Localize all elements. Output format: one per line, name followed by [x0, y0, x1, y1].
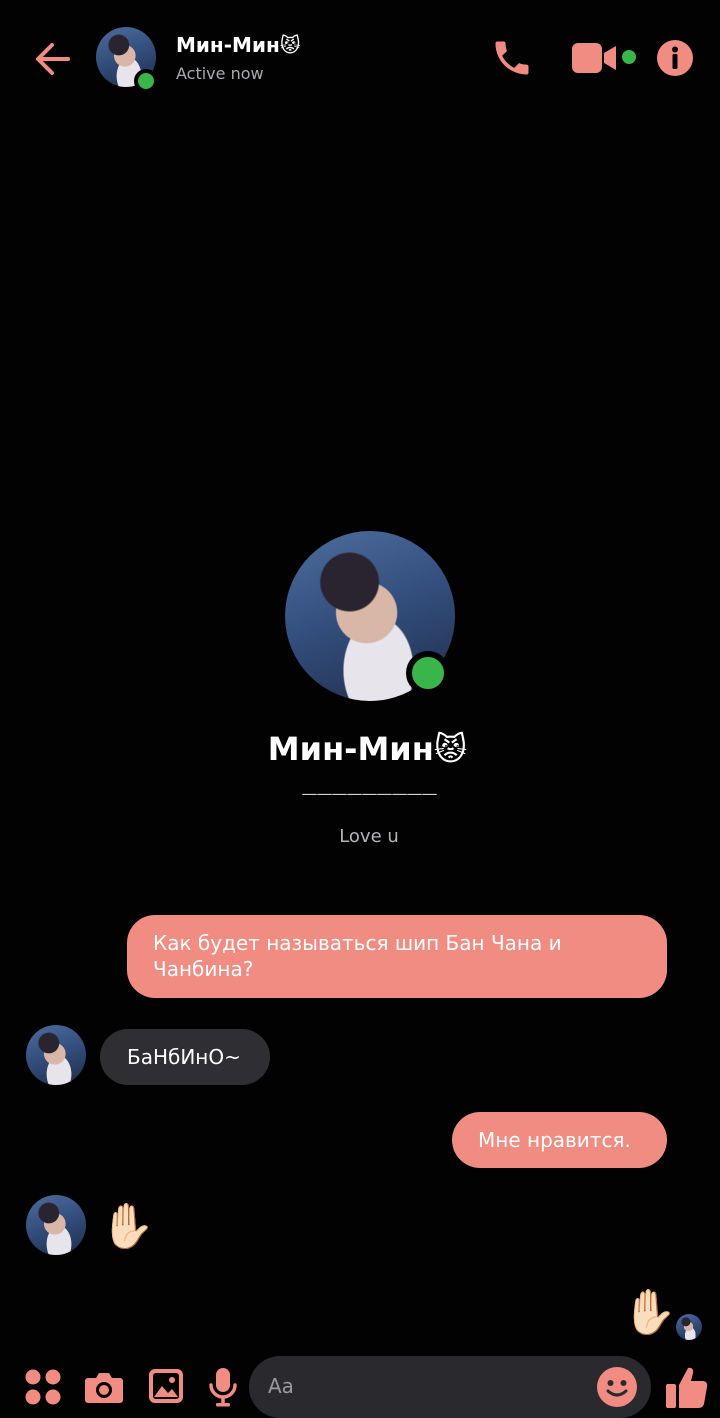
contact-status: Active now — [176, 64, 264, 83]
message-text: БаНбИнО~ — [127, 1045, 241, 1069]
contact-avatar[interactable] — [26, 1195, 86, 1255]
profile-name: Мин-Мин😾 — [267, 730, 468, 768]
arrow-left-icon — [36, 43, 70, 75]
thumbs-up-icon — [666, 1367, 708, 1408]
message-input-placeholder: Aa — [268, 1374, 294, 1398]
read-receipt-avatar — [676, 1314, 702, 1340]
phone-icon — [495, 41, 529, 75]
profile-divider: ————————— — [301, 784, 438, 803]
profile-online-indicator — [406, 651, 450, 695]
image-icon — [149, 1369, 183, 1403]
header-online-indicator — [134, 69, 158, 93]
message-input-field[interactable]: Aa — [249, 1356, 651, 1418]
waving-hand-emoji-message[interactable]: ✋🏻 — [622, 1286, 677, 1340]
message-text: Мне нравится. — [478, 1128, 631, 1152]
video-active-dot — [622, 50, 636, 64]
back-button[interactable] — [30, 36, 76, 82]
contact-name[interactable]: Мин-Мин😾 — [176, 33, 301, 57]
video-call-button[interactable] — [570, 40, 618, 76]
video-camera-icon — [572, 43, 616, 73]
info-icon — [657, 40, 693, 76]
four-dots-icon — [25, 1369, 61, 1405]
message-bubble-incoming[interactable]: БаНбИнО~ — [100, 1029, 270, 1085]
message-bubble-outgoing[interactable]: Мне нравится. — [452, 1112, 667, 1168]
camera-icon — [85, 1373, 123, 1403]
message-text: Как будет называться шип Бан Чана и Чанб… — [153, 931, 562, 981]
voice-message-button[interactable] — [207, 1366, 239, 1408]
waving-hand-emoji-message[interactable]: ✋🏻 — [100, 1200, 155, 1254]
contact-avatar[interactable] — [26, 1025, 86, 1085]
profile-bio: Love u — [339, 826, 399, 847]
microphone-icon — [209, 1368, 237, 1407]
composer-bar: Aa — [0, 1350, 720, 1418]
like-button[interactable] — [664, 1364, 708, 1410]
emoji-button[interactable] — [596, 1366, 638, 1408]
camera-button[interactable] — [84, 1368, 124, 1406]
call-button[interactable] — [490, 36, 534, 80]
more-actions-button[interactable] — [24, 1368, 62, 1406]
gallery-button[interactable] — [148, 1368, 184, 1404]
message-bubble-outgoing[interactable]: Как будет называться шип Бан Чана и Чанб… — [127, 915, 667, 998]
info-button[interactable] — [655, 38, 695, 78]
smiley-icon — [597, 1367, 637, 1407]
header-bar: Мин-Мин😾 Active now — [0, 0, 720, 112]
